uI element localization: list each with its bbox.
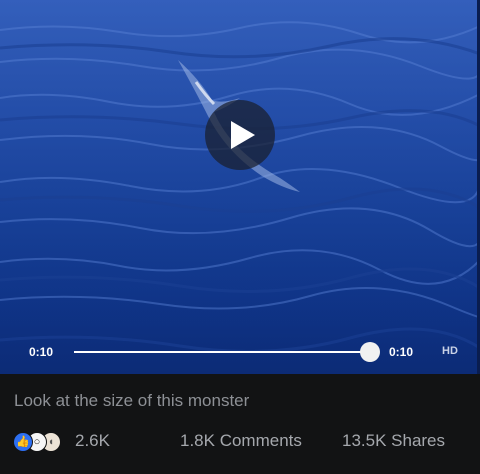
ocean-video-frame bbox=[0, 0, 480, 374]
hd-quality-toggle[interactable]: HD bbox=[442, 345, 458, 357]
total-time: 0:10 bbox=[389, 345, 414, 359]
play-button[interactable] bbox=[205, 100, 275, 170]
video-controls: 0:10 0:10 HD bbox=[0, 330, 480, 374]
comments-link[interactable]: 1.8K Comments bbox=[180, 431, 302, 451]
current-time: 0:10 bbox=[29, 345, 54, 359]
progress-fill bbox=[74, 351, 370, 353]
shares-link[interactable]: 13.5K Shares bbox=[342, 431, 445, 451]
progress-track[interactable] bbox=[74, 342, 380, 362]
post-caption: Look at the size of this monster bbox=[14, 391, 250, 410]
reaction-count[interactable]: 2.6K bbox=[75, 431, 110, 451]
video-player[interactable]: 0:10 0:10 HD bbox=[0, 0, 480, 374]
like-icon: 👍 bbox=[13, 432, 33, 452]
video-post: 0:10 0:10 HD Look at the size of this mo… bbox=[0, 0, 480, 474]
scrubber-thumb[interactable] bbox=[360, 342, 380, 362]
play-icon bbox=[231, 121, 255, 149]
reaction-icons[interactable]: 👍 ○ ◖ bbox=[13, 432, 73, 452]
engagement-bar: 👍 ○ ◖ 2.6K 1.8K Comments 13.5K Shares bbox=[0, 428, 480, 456]
